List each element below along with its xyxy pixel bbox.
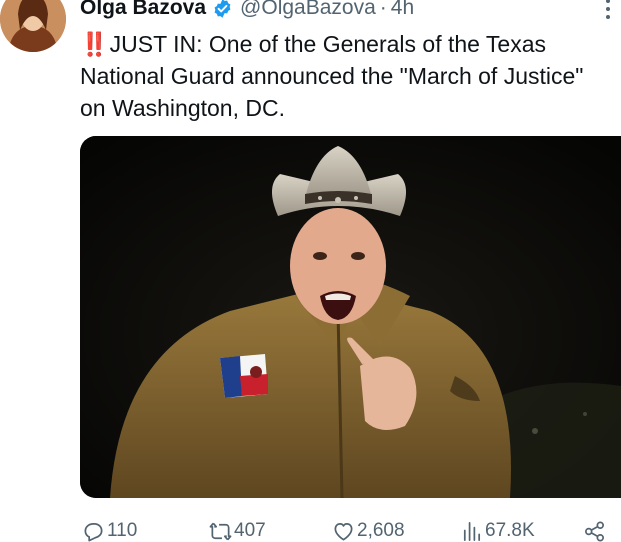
- share-icon: [585, 521, 604, 541]
- views-count: 67.8K: [485, 520, 535, 541]
- reply-icon: [84, 522, 103, 541]
- like-button[interactable]: 2,608: [332, 516, 405, 542]
- avatar[interactable]: [0, 0, 66, 52]
- tweet-text: ‼️ JUST IN: One of the Generals of the Te…: [80, 28, 610, 124]
- heart-icon: [334, 522, 353, 541]
- separator-dot: ·: [379, 0, 387, 19]
- action-bar: 110 407 2,608 67.8K: [80, 516, 621, 542]
- verified-badge-icon: [212, 0, 233, 19]
- tweet-body: JUST IN: One of the Generals of the Texa…: [80, 31, 584, 121]
- more-options-icon[interactable]: [601, 0, 615, 22]
- display-name[interactable]: Olga Bazova: [80, 0, 206, 21]
- tweet-card[interactable]: Olga Bazova @OlgaBazova · 4h ‼️ JUST IN: …: [0, 0, 621, 542]
- handle[interactable]: @OlgaBazova: [240, 0, 376, 21]
- reply-count: 110: [107, 520, 138, 541]
- tweet-media-image[interactable]: [80, 136, 621, 498]
- timestamp[interactable]: 4h: [391, 0, 414, 21]
- tweet-header: Olga Bazova @OlgaBazova · 4h: [80, 0, 414, 21]
- views-chart-icon: [463, 521, 481, 541]
- reply-button[interactable]: 110: [82, 516, 137, 542]
- share-button[interactable]: [583, 516, 608, 542]
- repost-button[interactable]: 407: [209, 516, 266, 542]
- double-exclamation-emoji: ‼️: [80, 31, 109, 57]
- like-count: 2,608: [357, 520, 405, 541]
- repost-icon: [209, 522, 232, 540]
- views-button[interactable]: 67.8K: [460, 516, 535, 542]
- repost-count: 407: [234, 520, 266, 541]
